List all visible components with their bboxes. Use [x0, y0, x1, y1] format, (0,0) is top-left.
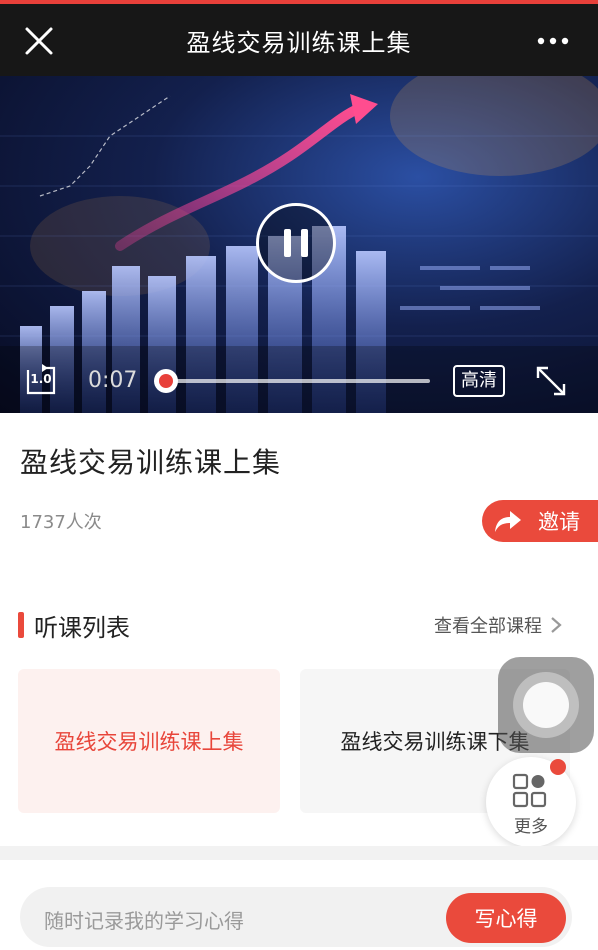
playback-speed-button[interactable]: 1.0	[24, 362, 58, 396]
view-all-courses-link[interactable]: 查看全部课程	[434, 612, 562, 638]
fullscreen-icon[interactable]	[534, 364, 568, 398]
page-title: 盈线交易训练课上集	[186, 28, 412, 57]
invite-button[interactable]: 邀请	[482, 500, 598, 542]
invite-label: 邀请	[538, 510, 580, 534]
close-icon[interactable]	[22, 24, 56, 58]
assistive-touch-button[interactable]	[498, 657, 594, 753]
current-time: 0:07	[88, 368, 138, 393]
progress-track[interactable]	[166, 379, 430, 383]
more-label: 更多	[514, 817, 548, 837]
pause-icon-bar-right	[301, 229, 308, 257]
lesson-title: 盈线交易训练课上集	[54, 730, 244, 754]
note-placeholder: 随时记录我的学习心得	[44, 909, 244, 933]
view-all-label: 查看全部课程	[434, 616, 542, 637]
write-note-button[interactable]: 写心得	[446, 893, 566, 943]
section-accent-bar	[18, 612, 24, 638]
lesson-list-title: 听课列表	[34, 614, 130, 642]
section-divider	[0, 846, 598, 860]
page: 盈线交易训练课上集 1.0 0:07 高清 盈线交易训练课上集 1737人次 邀…	[0, 0, 598, 950]
speed-label: 1.0	[30, 372, 52, 386]
course-title: 盈线交易训练课上集	[20, 446, 282, 479]
notification-dot	[550, 759, 566, 775]
more-menu-button[interactable]: 更多	[486, 757, 576, 847]
grid-apps-icon	[512, 773, 547, 808]
quality-button[interactable]: 高清	[453, 365, 505, 397]
pause-icon-bar-left	[284, 229, 291, 257]
view-count: 1737人次	[20, 512, 102, 533]
title-bar: 盈线交易训练课上集	[0, 4, 598, 76]
lesson-card[interactable]: 盈线交易训练课上集	[18, 669, 280, 813]
pause-button[interactable]	[256, 203, 336, 283]
chevron-right-icon	[551, 617, 562, 633]
video-player[interactable]: 1.0 0:07 高清	[0, 76, 598, 413]
progress-thumb[interactable]	[154, 369, 178, 393]
share-arrow-icon	[495, 511, 521, 532]
more-dots-icon[interactable]	[536, 31, 570, 51]
